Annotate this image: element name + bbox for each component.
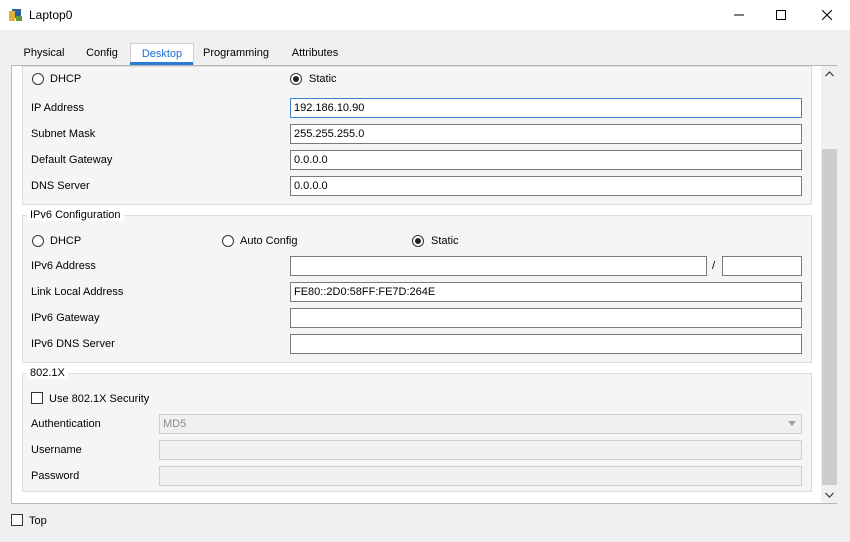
- tab-attributes[interactable]: Attributes: [282, 43, 348, 64]
- ipv6-address-input[interactable]: [290, 256, 707, 276]
- ipv6-dhcp-radio[interactable]: [32, 235, 44, 247]
- ipv4-dhcp-label: DHCP: [50, 73, 82, 85]
- scroll-up-icon[interactable]: [825, 71, 834, 77]
- minimize-icon: [734, 14, 744, 16]
- ipv4-static-label: Static: [309, 73, 337, 85]
- ip-address-label: IP Address: [31, 102, 84, 114]
- ipv6-auto-config-label: Auto Config: [240, 235, 298, 247]
- ipv6-gateway-input[interactable]: [290, 308, 802, 328]
- use-8021x-label: Use 802.1X Security: [49, 393, 150, 405]
- close-icon: [822, 10, 832, 20]
- authentication-label: Authentication: [31, 418, 101, 430]
- ipv6-static-label: Static: [431, 235, 459, 247]
- subnet-mask-input[interactable]: 255.255.255.0: [290, 124, 802, 144]
- maximize-button[interactable]: [758, 0, 804, 30]
- subnet-mask-label: Subnet Mask: [31, 128, 96, 140]
- tab-physical[interactable]: Physical: [15, 43, 73, 64]
- ipv6-static-radio[interactable]: [412, 235, 424, 247]
- default-gateway-input[interactable]: 0.0.0.0: [290, 150, 802, 170]
- ipv6-prefix-input[interactable]: [722, 256, 802, 276]
- default-gateway-label: Default Gateway: [31, 154, 113, 166]
- ipv4-dhcp-radio[interactable]: [32, 73, 44, 85]
- ipv6-address-label: IPv6 Address: [31, 260, 96, 272]
- scroll-down-icon[interactable]: [825, 492, 834, 498]
- top-label: Top: [29, 515, 47, 527]
- title-bar: Laptop0: [0, 0, 850, 30]
- dns-server-label: DNS Server: [31, 180, 90, 192]
- password-label: Password: [31, 470, 80, 482]
- ipv6-legend: IPv6 Configuration: [27, 209, 124, 221]
- top-checkbox[interactable]: [11, 514, 23, 526]
- prefix-separator: /: [712, 260, 716, 272]
- tab-config[interactable]: Config: [79, 43, 125, 64]
- password-input[interactable]: [159, 466, 802, 486]
- link-local-input[interactable]: FE80::2D0:58FF:FE7D:264E: [290, 282, 802, 302]
- link-local-label: Link Local Address: [31, 286, 124, 298]
- username-label: Username: [31, 444, 82, 456]
- maximize-icon: [776, 10, 786, 20]
- authentication-value: MD5: [163, 418, 187, 430]
- ipv6-auto-config-radio[interactable]: [222, 235, 234, 247]
- ip-address-input[interactable]: 192.186.10.90: [290, 98, 802, 118]
- scrollbar-thumb[interactable]: [822, 149, 837, 485]
- dot1x-legend: 802.1X: [27, 367, 68, 379]
- ipv6-gateway-label: IPv6 Gateway: [31, 312, 100, 324]
- authentication-select[interactable]: MD5: [159, 414, 802, 434]
- dropdown-arrow-icon: [788, 421, 796, 426]
- use-8021x-checkbox[interactable]: [31, 392, 43, 404]
- dns-server-input[interactable]: 0.0.0.0: [290, 176, 802, 196]
- ipv4-static-radio[interactable]: [290, 73, 302, 85]
- close-button[interactable]: [804, 0, 850, 30]
- ipv6-dns-input[interactable]: [290, 334, 802, 354]
- tab-programming[interactable]: Programming: [197, 43, 275, 64]
- minimize-button[interactable]: [716, 0, 762, 30]
- app-icon: [9, 9, 22, 21]
- ipv6-dns-label: IPv6 DNS Server: [31, 338, 115, 350]
- username-input[interactable]: [159, 440, 802, 460]
- ipv6-dhcp-label: DHCP: [50, 235, 82, 247]
- window-title: Laptop0: [29, 8, 73, 22]
